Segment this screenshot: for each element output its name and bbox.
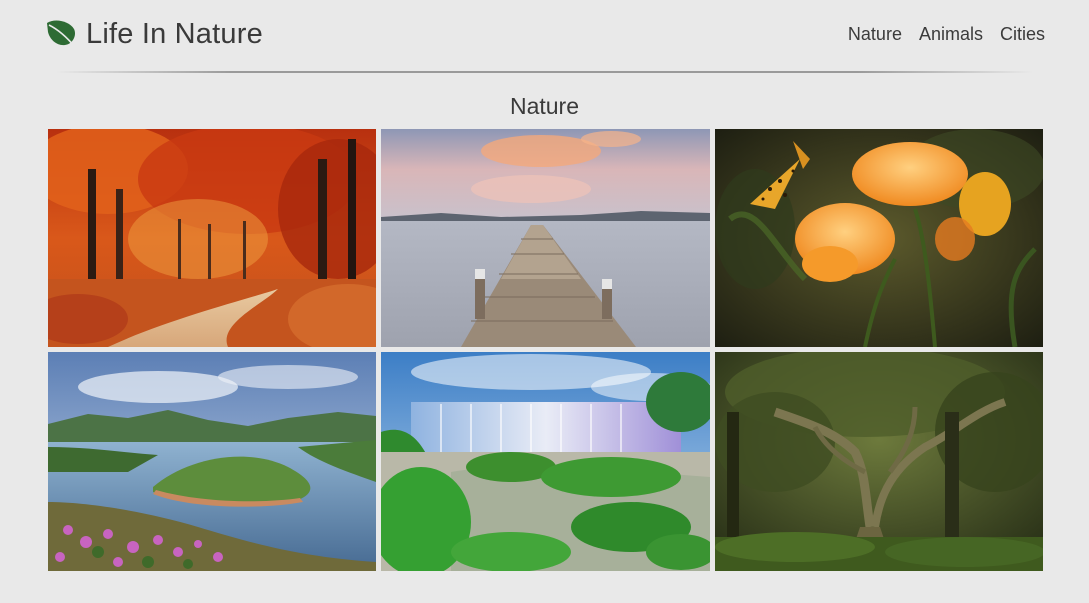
brand-link[interactable]: Life In Nature xyxy=(45,14,263,54)
brand-title: Life In Nature xyxy=(86,17,263,50)
section-title: Nature xyxy=(509,93,580,119)
gallery-photo-river-island[interactable] xyxy=(48,352,376,571)
nav-link-nature[interactable]: Nature xyxy=(848,24,902,45)
header-divider xyxy=(56,71,1033,73)
gallery-photo-butterfly-flowers[interactable] xyxy=(715,129,1043,347)
gallery-photo-waterfall[interactable] xyxy=(381,352,710,571)
main-nav: Nature Animals Cities xyxy=(848,24,1045,45)
gallery-photo-lake-pier[interactable] xyxy=(381,129,710,347)
gallery-photo-mossy-tree[interactable] xyxy=(715,352,1043,571)
photo-gallery xyxy=(48,129,1043,571)
page: Life In Nature Nature Animals Cities Nat… xyxy=(0,0,1089,603)
nav-link-animals[interactable]: Animals xyxy=(919,24,983,45)
nav-link-cities[interactable]: Cities xyxy=(1000,24,1045,45)
leaf-icon xyxy=(45,19,77,49)
gallery-photo-autumn-forest[interactable] xyxy=(48,129,376,347)
